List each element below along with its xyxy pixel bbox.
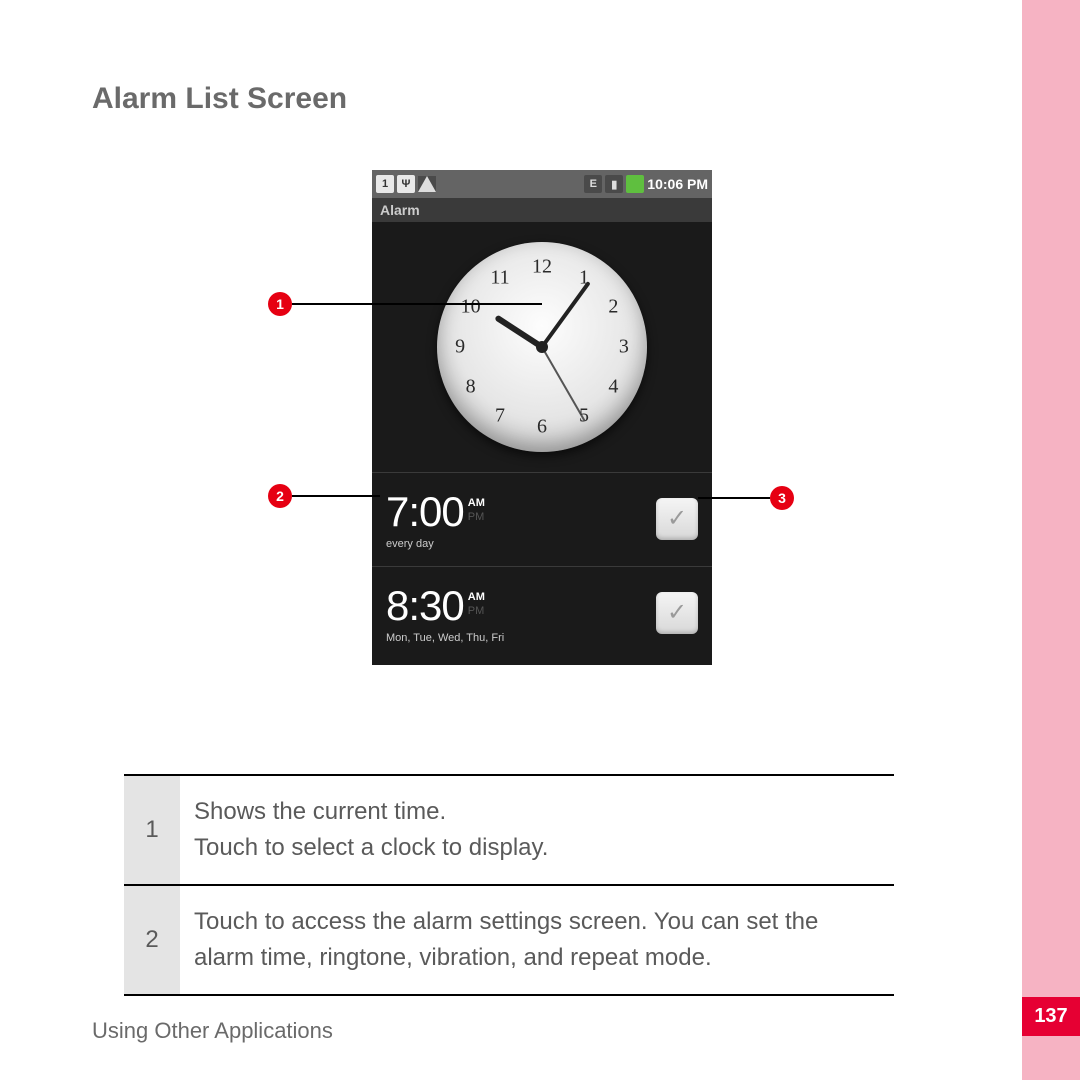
warning-icon xyxy=(418,176,436,192)
clock-num-3: 3 xyxy=(619,336,629,359)
alarm-info: 7:00 AM PM every day xyxy=(386,488,485,550)
clock-center-dot xyxy=(536,341,548,353)
callout-table: 1 Shows the current time.Touch to select… xyxy=(124,774,894,996)
footer-chapter-label: Using Other Applications xyxy=(92,1018,333,1044)
callout-line-1 xyxy=(292,303,542,305)
callout-badge-2: 2 xyxy=(268,484,292,508)
status-left-icons: 1 Ψ xyxy=(376,175,436,193)
phone-screenshot: 1 Ψ E ▮ 10:06 PM Alarm 12 1 xyxy=(372,170,712,665)
table-desc-cell: Touch to access the alarm settings scree… xyxy=(180,886,894,994)
table-desc-cell: Shows the current time.Touch to select a… xyxy=(180,776,894,884)
am-label: AM xyxy=(468,590,485,604)
alarm-list-item[interactable]: 7:00 AM PM every day ✓ xyxy=(372,472,712,566)
analog-clock-face: 12 1 2 3 4 5 6 7 8 9 10 11 xyxy=(437,242,647,452)
callout-line-2 xyxy=(292,495,380,497)
signal-icon: ▮ xyxy=(605,175,623,193)
minute-hand xyxy=(540,281,590,348)
clock-num-11: 11 xyxy=(490,266,509,289)
battery-icon xyxy=(626,175,644,193)
clock-num-1: 1 xyxy=(579,266,589,289)
am-label: AM xyxy=(468,496,485,510)
alarm-ampm: AM PM xyxy=(468,590,485,618)
clock-num-2: 2 xyxy=(608,296,618,319)
clock-num-10: 10 xyxy=(461,296,481,319)
alarm-time: 8:30 AM PM xyxy=(386,582,504,630)
alarm-info: 8:30 AM PM Mon, Tue, Wed, Thu, Fri xyxy=(386,582,504,644)
clock-num-5: 5 xyxy=(579,405,589,428)
clock-num-8: 8 xyxy=(466,375,476,398)
alarm-repeat: Mon, Tue, Wed, Thu, Fri xyxy=(386,632,504,644)
alarm-toggle-checkbox[interactable]: ✓ xyxy=(656,592,698,634)
usb-icon: Ψ xyxy=(397,175,415,193)
page-number-badge: 137 xyxy=(1022,997,1080,1036)
callout-line-3 xyxy=(698,497,770,499)
side-tab-bar: 137 xyxy=(1022,0,1080,1080)
clock-num-12: 12 xyxy=(532,256,552,279)
alarm-ampm: AM PM xyxy=(468,496,485,524)
page-content: Alarm List Screen 1 Ψ E ▮ 10:06 PM Alarm xyxy=(0,0,1022,1080)
alarm-toggle-checkbox[interactable]: ✓ xyxy=(656,498,698,540)
table-row: 1 Shows the current time.Touch to select… xyxy=(124,774,894,884)
status-right-icons: E ▮ 10:06 PM xyxy=(584,175,708,193)
callout-badge-3: 3 xyxy=(770,486,794,510)
clock-num-6: 6 xyxy=(537,415,547,438)
network-e-icon: E xyxy=(584,175,602,193)
table-row: 2 Touch to access the alarm settings scr… xyxy=(124,884,894,996)
clock-num-9: 9 xyxy=(455,336,465,359)
clock-num-7: 7 xyxy=(495,405,505,428)
status-time: 10:06 PM xyxy=(647,176,708,192)
status-bar: 1 Ψ E ▮ 10:06 PM xyxy=(372,170,712,198)
clock-display-area[interactable]: 12 1 2 3 4 5 6 7 8 9 10 11 xyxy=(372,222,712,472)
pm-label: PM xyxy=(468,604,485,618)
table-num-cell: 1 xyxy=(124,776,180,884)
app-title: Alarm xyxy=(380,202,420,218)
app-title-bar: Alarm xyxy=(372,198,712,222)
table-num-cell: 2 xyxy=(124,886,180,994)
pm-label: PM xyxy=(468,510,485,524)
alarm-time-digits: 8:30 xyxy=(386,582,464,630)
alarm-repeat: every day xyxy=(386,538,485,550)
alarm-list-item[interactable]: 8:30 AM PM Mon, Tue, Wed, Thu, Fri ✓ xyxy=(372,566,712,660)
sim-icon: 1 xyxy=(376,175,394,193)
callout-badge-1: 1 xyxy=(268,292,292,316)
clock-num-4: 4 xyxy=(608,375,618,398)
alarm-time-digits: 7:00 xyxy=(386,488,464,536)
alarm-time: 7:00 AM PM xyxy=(386,488,485,536)
section-heading: Alarm List Screen xyxy=(92,82,347,116)
